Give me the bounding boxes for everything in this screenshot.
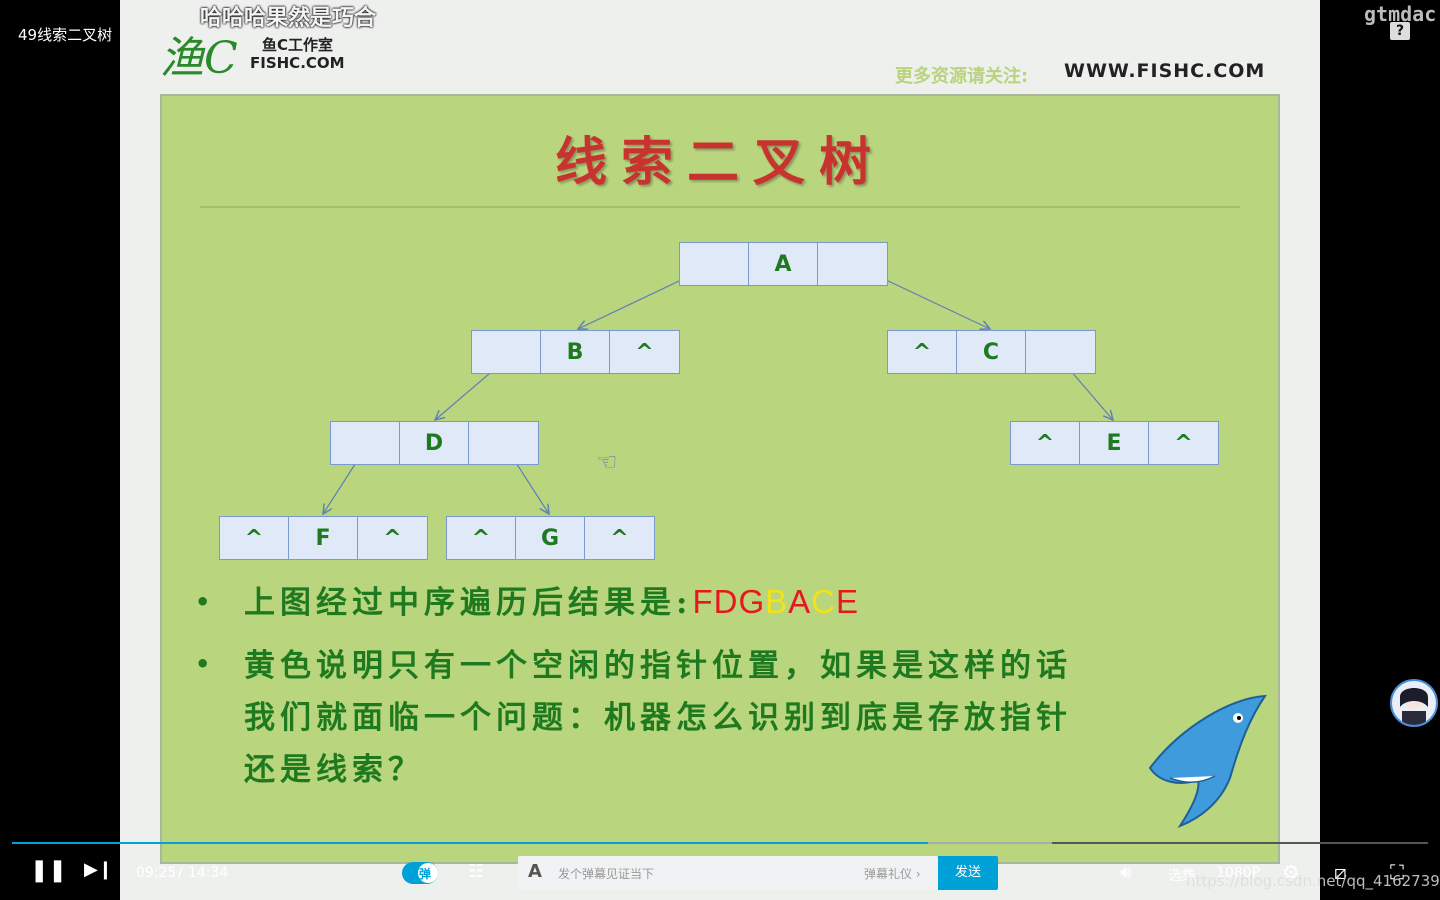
node-f-right: ^ [358, 517, 427, 559]
node-d-data: D [400, 422, 469, 464]
tree-node-c: ^ C [887, 330, 1096, 374]
bullet-2-line-2: 我们就面临一个问题：机器怎么识别到底是存放指针 [244, 700, 1072, 736]
buffer-bar [928, 842, 1052, 844]
bullet-dot-1: • [195, 588, 211, 616]
help-icon[interactable]: ? [1390, 22, 1410, 40]
bullet-dot-2: • [195, 650, 211, 678]
danmaku-input[interactable]: A 发个弹幕见证当下 弹幕礼仪 › [518, 856, 938, 890]
node-a-right [818, 243, 887, 285]
hand-cursor-icon: ☜ [596, 448, 618, 476]
send-button[interactable]: 发送 [938, 856, 998, 890]
time-total: 14:34 [188, 865, 229, 881]
sequence-letter-a: A [788, 583, 812, 620]
next-icon[interactable]: ▶❙ [84, 859, 113, 880]
blog-watermark: https://blog.csdn.net/qq_41627390 [1186, 872, 1440, 890]
node-a-left [680, 243, 749, 285]
pause-icon[interactable]: ❚❚ [30, 858, 67, 883]
danmaku-toggle[interactable]: 弹 [402, 862, 438, 884]
tree-node-f: ^ F ^ [219, 516, 428, 560]
tree-node-e: ^ E ^ [1010, 421, 1219, 465]
node-g-data: G [516, 517, 585, 559]
bullet-2-line-3: 还是线索？ [244, 752, 424, 788]
font-style-icon[interactable]: A [528, 861, 542, 882]
node-c-right [1026, 331, 1095, 373]
node-f-left: ^ [220, 517, 289, 559]
danmaku-toggle-label: 弹 [419, 867, 432, 881]
tree-node-g: ^ G ^ [446, 516, 655, 560]
node-b-right: ^ [610, 331, 679, 373]
sequence-letter-g: G [738, 583, 766, 620]
node-e-data: E [1080, 422, 1149, 464]
danmaku-settings-icon[interactable]: ☷ [468, 861, 484, 882]
node-g-left: ^ [447, 517, 516, 559]
time-separator: / [178, 865, 183, 881]
danmaku-comment: 哈哈哈果然是巧合 [200, 6, 377, 31]
node-f-data: F [289, 517, 358, 559]
user-avatar[interactable] [1390, 679, 1438, 727]
bullet-2-line-1: 黄色说明只有一个空闲的指针位置，如果是这样的话 [244, 648, 1072, 684]
sequence-letter-d: D [713, 583, 739, 620]
node-b-left [472, 331, 541, 373]
node-e-right: ^ [1149, 422, 1218, 464]
node-c-left: ^ [888, 331, 957, 373]
danmaku-etiquette-link[interactable]: 弹幕礼仪 › [864, 865, 921, 882]
node-b-data: B [541, 331, 610, 373]
sequence-letter-b: B [765, 583, 789, 620]
node-g-right: ^ [585, 517, 654, 559]
tree-node-d: D [330, 421, 539, 465]
sequence-letter-e: E [836, 583, 860, 620]
progress-bar[interactable] [12, 842, 928, 844]
sequence-letter-c: C [811, 583, 837, 620]
node-d-left [331, 422, 400, 464]
avatar-face-icon [1400, 688, 1428, 725]
node-e-left: ^ [1011, 422, 1080, 464]
bullet-1-text: 上图经过中序遍历后结果是: [244, 585, 693, 621]
tree-node-a: A [679, 242, 888, 286]
time-current: 09:25 [136, 865, 177, 881]
node-d-right [469, 422, 538, 464]
danmaku-placeholder: 发个弹幕见证当下 [558, 867, 655, 881]
tree-node-b: B ^ [471, 330, 680, 374]
node-c-data: C [957, 331, 1026, 373]
node-a-data: A [749, 243, 818, 285]
sequence-letter-f: F [692, 583, 714, 620]
bullet-1: 上图经过中序遍历后结果是:FDGBACE [244, 576, 859, 629]
traversal-sequence: FDGBACE [692, 583, 859, 620]
volume-icon[interactable]: 🔊︎ [1120, 862, 1131, 883]
shark-mascot-icon [1148, 694, 1267, 828]
